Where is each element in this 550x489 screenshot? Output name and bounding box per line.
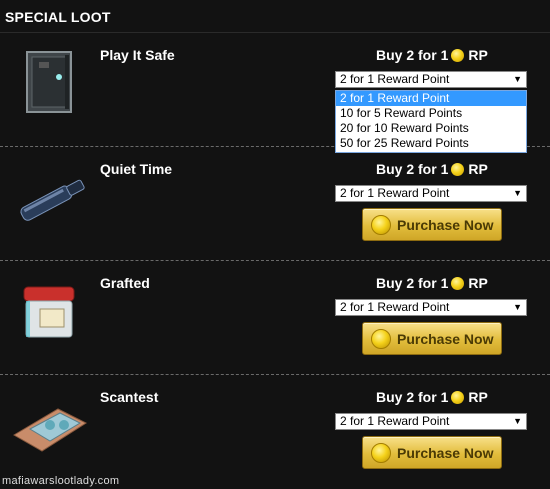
- silencer-image: [20, 179, 85, 221]
- price-label: Buy 2 for 1 RP: [376, 47, 488, 63]
- page-title: SPECIAL LOOT: [5, 9, 111, 25]
- dropdown-option[interactable]: 2 for 1 Reward Point: [336, 91, 526, 106]
- purchase-now-button[interactable]: Purchase Now: [362, 208, 502, 241]
- item-name: Quiet Time: [100, 161, 173, 177]
- coin-icon: [451, 48, 465, 62]
- chevron-down-icon: ▼: [513, 188, 522, 198]
- purchase-now-button[interactable]: Purchase Now: [362, 436, 502, 469]
- price-label: Buy 2 for 1 RP: [376, 161, 488, 177]
- page-header: SPECIAL LOOT: [0, 0, 550, 33]
- dropdown-option[interactable]: 20 for 10 Reward Points: [336, 121, 526, 136]
- chevron-down-icon: ▼: [513, 74, 522, 84]
- item-name: Grafted: [100, 275, 150, 291]
- coin-icon: [451, 162, 465, 176]
- item-name: Play It Safe: [100, 47, 175, 63]
- item-name: Scantest: [100, 389, 159, 405]
- quantity-select[interactable]: 2 for 1 Reward Point ▼: [335, 185, 527, 202]
- purchase-now-button[interactable]: Purchase Now: [362, 322, 502, 355]
- loot-row-4: Scantest Buy 2 for 1 RP 2 for 1 Reward P…: [0, 375, 550, 488]
- dropdown-option[interactable]: 10 for 5 Reward Points: [336, 106, 526, 121]
- quantity-dropdown-list[interactable]: 2 for 1 Reward Point 10 for 5 Reward Poi…: [335, 90, 527, 153]
- coin-icon: [371, 328, 391, 349]
- watermark: mafiawarslootlady.com: [2, 475, 120, 487]
- chevron-down-icon: ▼: [513, 416, 522, 426]
- quantity-select[interactable]: 2 for 1 Reward Point ▼: [335, 299, 527, 316]
- price-label: Buy 2 for 1 RP: [376, 275, 488, 291]
- dropdown-option[interactable]: 50 for 25 Reward Points: [336, 136, 526, 151]
- price-label: Buy 2 for 1 RP: [376, 389, 488, 405]
- coin-icon: [451, 390, 465, 404]
- coin-icon: [371, 442, 391, 463]
- scan-kit-image: [13, 408, 88, 452]
- coin-icon: [451, 276, 465, 290]
- chevron-down-icon: ▼: [513, 302, 522, 312]
- coin-icon: [371, 214, 391, 235]
- safe-image: [26, 51, 72, 113]
- loot-row-3: Grafted Buy 2 for 1 RP 2 for 1 Reward Po…: [0, 261, 550, 374]
- quantity-select[interactable]: 2 for 1 Reward Point ▼: [335, 71, 527, 88]
- loot-row-2: Quiet Time Buy 2 for 1 RP 2 for 1 Reward…: [0, 147, 550, 260]
- cooler-image: [23, 286, 75, 338]
- quantity-select[interactable]: 2 for 1 Reward Point ▼: [335, 413, 527, 430]
